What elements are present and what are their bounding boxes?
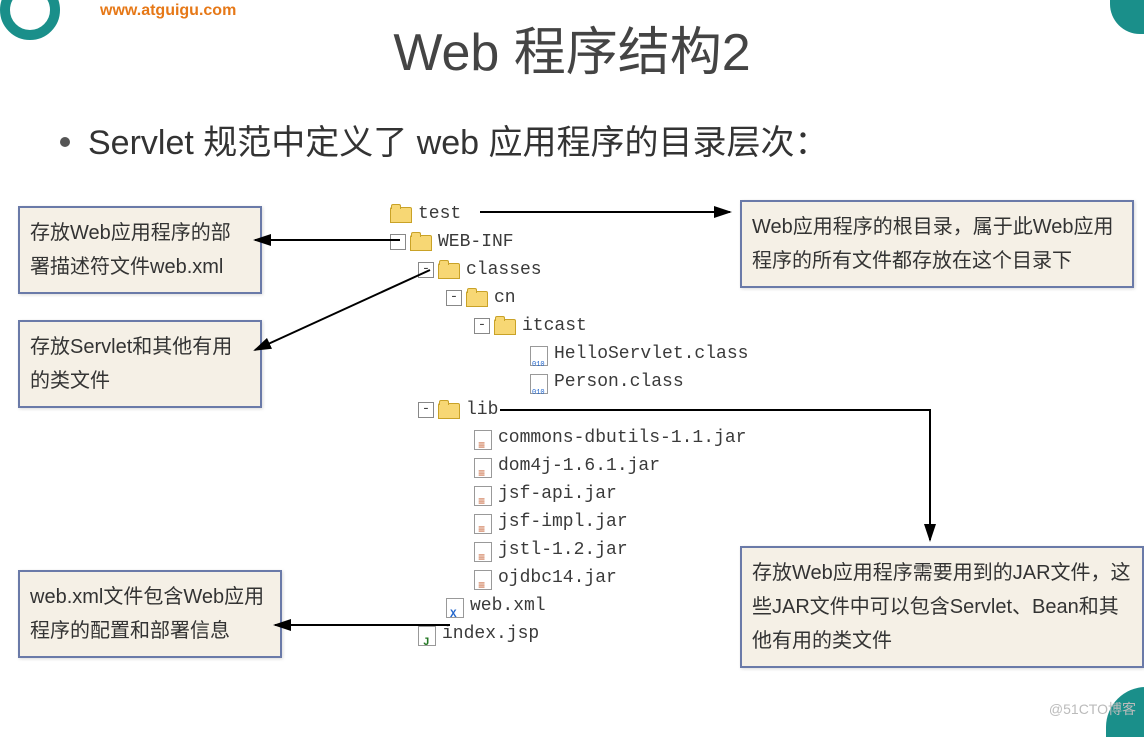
node-label: commons-dbutils-1.1.jar xyxy=(498,424,746,452)
page-title: Web 程序结构2 xyxy=(0,10,1144,85)
jar-file-icon xyxy=(474,570,492,590)
bullet-label: Servlet 规范中定义了 web 应用程序的目录层次： xyxy=(88,124,829,162)
file-tree: test - WEB-INF - classes - cn - itcast H… xyxy=(390,200,748,648)
node-label: itcast xyxy=(522,312,587,340)
node-label: test xyxy=(418,200,461,228)
folder-icon xyxy=(390,207,412,223)
callout-webxml: web.xml文件包含Web应用程序的配置和部署信息 xyxy=(18,570,282,658)
callout-classes: 存放Servlet和其他有用的类文件 xyxy=(18,320,262,408)
bullet-text: Servlet 规范中定义了 web 应用程序的目录层次： xyxy=(60,115,829,164)
tree-node-jar-file[interactable]: jsf-api.jar xyxy=(390,480,748,508)
tree-collapse-icon[interactable]: - xyxy=(418,402,434,418)
tree-collapse-icon[interactable]: - xyxy=(418,262,434,278)
watermark: @51CTO博客 xyxy=(1049,699,1136,719)
jar-file-icon xyxy=(474,430,492,450)
tree-node-jar-file[interactable]: ojdbc14.jar xyxy=(390,564,748,592)
folder-icon xyxy=(410,235,432,251)
node-label: jsf-api.jar xyxy=(498,480,617,508)
jar-file-icon xyxy=(474,542,492,562)
tree-node-pkg-itcast[interactable]: - itcast xyxy=(390,312,748,340)
tree-collapse-icon[interactable]: - xyxy=(474,318,490,334)
tree-node-jar-file[interactable]: jsf-impl.jar xyxy=(390,508,748,536)
node-label: WEB-INF xyxy=(438,228,514,256)
jar-file-icon xyxy=(474,514,492,534)
tree-collapse-icon[interactable]: - xyxy=(446,290,462,306)
folder-icon xyxy=(494,319,516,335)
node-label: HelloServlet.class xyxy=(554,340,748,368)
node-label: lib xyxy=(466,396,498,424)
tree-node-class-file[interactable]: HelloServlet.class xyxy=(390,340,748,368)
tree-node-class-file[interactable]: Person.class xyxy=(390,368,748,396)
tree-collapse-icon[interactable]: - xyxy=(390,234,406,250)
node-label: cn xyxy=(494,284,516,312)
tree-node-jar-file[interactable]: commons-dbutils-1.1.jar xyxy=(390,424,748,452)
tree-node-pkg-cn[interactable]: - cn xyxy=(390,284,748,312)
node-label: jsf-impl.jar xyxy=(498,508,628,536)
tree-node-classes[interactable]: - classes xyxy=(390,256,748,284)
tree-node-jar-file[interactable]: dom4j-1.6.1.jar xyxy=(390,452,748,480)
class-file-icon xyxy=(530,346,548,366)
bullet-dot-icon xyxy=(60,137,70,147)
callout-lib: 存放Web应用程序需要用到的JAR文件，这些JAR文件中可以包含Servlet、… xyxy=(740,546,1144,668)
callout-root: Web应用程序的根目录，属于此Web应用程序的所有文件都存放在这个目录下 xyxy=(740,200,1134,288)
node-label: ojdbc14.jar xyxy=(498,564,617,592)
jsp-file-icon xyxy=(418,626,436,646)
folder-icon xyxy=(438,403,460,419)
jar-file-icon xyxy=(474,486,492,506)
folder-icon xyxy=(466,291,488,307)
tree-node-lib[interactable]: - lib xyxy=(390,396,748,424)
tree-node-root[interactable]: test xyxy=(390,200,748,228)
tree-node-webxml[interactable]: web.xml xyxy=(390,592,748,620)
tree-node-indexjsp[interactable]: index.jsp xyxy=(390,620,748,648)
callout-webinf: 存放Web应用程序的部署描述符文件web.xml xyxy=(18,206,262,294)
xml-file-icon xyxy=(446,598,464,618)
class-file-icon xyxy=(530,374,548,394)
tree-node-jar-file[interactable]: jstl-1.2.jar xyxy=(390,536,748,564)
node-label: Person.class xyxy=(554,368,684,396)
folder-icon xyxy=(438,263,460,279)
jar-file-icon xyxy=(474,458,492,478)
tree-node-webinf[interactable]: - WEB-INF xyxy=(390,228,748,256)
node-label: classes xyxy=(466,256,542,284)
node-label: jstl-1.2.jar xyxy=(498,536,628,564)
node-label: dom4j-1.6.1.jar xyxy=(498,452,660,480)
